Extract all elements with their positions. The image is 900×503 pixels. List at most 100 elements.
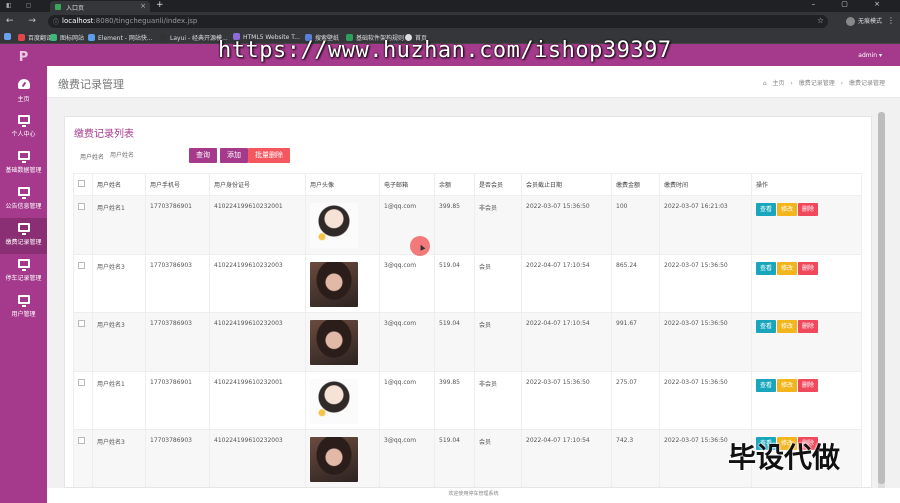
window-controls[interactable]: – ▢ × — [812, 0, 892, 8]
cell-phone: 17703786901 — [145, 195, 210, 255]
tab-close-icon[interactable]: × — [140, 2, 146, 10]
bookmark-apps[interactable] — [4, 33, 14, 41]
url-watermark: https://www.huzhan.com/ishop39397 — [218, 38, 672, 63]
browser-tab[interactable]: 入口页 × — [50, 1, 150, 12]
cell-paytime: 2022-03-07 15:36:50 — [659, 312, 752, 372]
view-button[interactable]: 查看 — [756, 378, 777, 392]
breadcrumb-level1[interactable]: 缴费记录管理 — [799, 80, 835, 87]
select-all-cell — [73, 173, 93, 196]
sidebar-item-label: 公告信息管理 — [5, 203, 42, 210]
cell-amount: 742.3 — [611, 429, 660, 487]
cell-balance: 399.85 — [434, 370, 475, 431]
cell-idcard: 410224199610232001 — [209, 195, 306, 255]
table-row: 用户姓名1 17703786901 410224199610232001 1@qq.c… — [73, 195, 862, 255]
cell-avatar — [305, 429, 380, 487]
cell-member: 非会员 — [474, 370, 522, 431]
sidebar-item-home[interactable]: 主页 — [0, 74, 47, 110]
cell-balance: 519.04 — [434, 312, 475, 372]
admin-menu[interactable]: admin ▾ — [858, 52, 882, 59]
breadcrumb: ⌂ 主页 › 缴费记录管理 › 缴费记录管理 — [759, 78, 885, 87]
column-header: 电子邮箱 — [379, 173, 435, 196]
row-checkbox[interactable] — [78, 203, 85, 210]
sidebar: P 主页 个人中心 基础数据管理 公告信息管理 缴费记录管理 停车记录管理 用户… — [0, 44, 47, 503]
sidebar-item-basic-data[interactable]: 基础数据管理 — [0, 146, 47, 182]
avatar — [310, 320, 358, 366]
edit-button[interactable]: 修改 — [777, 203, 798, 216]
tab-favicon-icon — [55, 4, 61, 10]
sidebar-item-personal[interactable]: 个人中心 — [0, 110, 47, 146]
add-button[interactable]: 添加 — [220, 148, 248, 163]
window-menu-icon[interactable]: ◧ ▢ — [6, 2, 37, 9]
cell-balance: 519.04 — [434, 253, 475, 314]
cell-avatar — [305, 370, 380, 431]
column-header: 缴费时间 — [659, 173, 752, 196]
delete-button[interactable]: 删除 — [798, 203, 819, 216]
search-form: 用户姓名 — [80, 149, 190, 162]
view-button[interactable]: 查看 — [756, 203, 777, 216]
delete-button[interactable]: 删除 — [798, 320, 819, 334]
profile-chip[interactable]: 无痕模式 — [845, 16, 882, 26]
cell-name: 用户姓名3 — [92, 253, 146, 314]
vertical-scrollbar[interactable] — [878, 112, 885, 492]
cell-expire: 2022-04-07 17:10:54 — [521, 429, 612, 487]
table-row: 用户姓名1 17703786901 410224199610232001 1@qq.c… — [73, 370, 862, 431]
cell-avatar — [305, 195, 380, 255]
new-tab-icon[interactable]: + — [156, 0, 164, 10]
delete-button[interactable]: 删除 — [798, 378, 819, 392]
column-header: 用户手机号 — [145, 173, 210, 196]
cell-name: 用户姓名1 — [92, 370, 146, 431]
row-checkbox[interactable] — [78, 320, 85, 328]
url-field[interactable]: ⓘ localhost:8080/tingcheguanli/index.jsp… — [48, 15, 828, 28]
batch-delete-button[interactable]: 批量删除 — [248, 148, 290, 163]
bookmark-item[interactable]: 图标网站 — [50, 33, 84, 42]
delete-button[interactable]: 删除 — [798, 261, 819, 275]
view-button[interactable]: 查看 — [756, 320, 777, 334]
row-checkbox[interactable] — [78, 437, 85, 445]
sidebar-item-payments[interactable]: 缴费记录管理 — [0, 218, 47, 254]
table-header-row: 用户姓名 用户手机号 用户身份证号 用户头像 电子邮箱 余额 是否会员 会员截止… — [73, 173, 862, 196]
cell-email: 1@qq.com — [379, 370, 435, 431]
column-header: 操作 — [751, 173, 862, 196]
cell-amount: 865.24 — [611, 253, 660, 314]
scrollbar-thumb[interactable] — [878, 112, 885, 484]
cell-actions: 查看 修改 删除 — [751, 253, 862, 314]
cell-paytime: 2022-03-07 15:36:50 — [659, 253, 752, 314]
breadcrumb-home[interactable]: 主页 — [772, 80, 784, 87]
column-header: 缴费金额 — [611, 173, 660, 196]
panel-title: 缴费记录列表 — [74, 129, 134, 140]
select-all-checkbox[interactable] — [78, 180, 85, 187]
browser-menu-icon[interactable]: ⋮ — [887, 16, 895, 25]
row-checkbox[interactable] — [78, 378, 85, 386]
cell-paytime: 2022-03-07 16:21:03 — [659, 195, 752, 255]
row-checkbox[interactable] — [78, 261, 85, 269]
cell-actions: 查看 修改 删除 — [751, 195, 862, 255]
info-icon[interactable]: ⓘ — [53, 17, 59, 26]
bookmark-star-icon[interactable]: ☆ — [817, 16, 824, 25]
query-button[interactable]: 查询 — [189, 148, 217, 163]
cell-member: 会员 — [474, 429, 522, 487]
cell-phone: 17703786903 — [145, 429, 210, 487]
sidebar-item-label: 主页 — [17, 96, 30, 103]
row-select-cell — [73, 312, 93, 372]
page-header: 缴费记录管理 ⌂ 主页 › 缴费记录管理 › 缴费记录管理 — [47, 66, 900, 98]
row-select-cell — [73, 370, 93, 431]
breadcrumb-separator: › — [790, 80, 793, 87]
edit-button[interactable]: 修改 — [777, 378, 798, 392]
sidebar-item-users[interactable]: 用户管理 — [0, 290, 47, 326]
sidebar-item-announcements[interactable]: 公告信息管理 — [0, 182, 47, 218]
cell-actions: 查看 修改 删除 — [751, 370, 862, 431]
avatar — [310, 378, 358, 424]
sidebar-item-parking[interactable]: 停车记录管理 — [0, 254, 47, 290]
table-row: 用户姓名3 17703786903 410224199610232003 3@qq.c… — [73, 312, 862, 372]
edit-button[interactable]: 修改 — [777, 261, 798, 275]
view-button[interactable]: 查看 — [756, 261, 777, 275]
edit-button[interactable]: 修改 — [777, 320, 798, 334]
bookmark-item[interactable]: 百度翻译 — [18, 33, 52, 42]
bookmark-favicon-icon — [88, 34, 95, 41]
cell-balance: 399.85 — [434, 195, 475, 255]
cell-amount: 100 — [611, 195, 660, 255]
search-input[interactable] — [110, 149, 190, 162]
avatar — [310, 437, 358, 483]
page-title: 缴费记录管理 — [58, 78, 124, 91]
bookmark-item[interactable]: Element - 网站快... — [88, 33, 153, 42]
